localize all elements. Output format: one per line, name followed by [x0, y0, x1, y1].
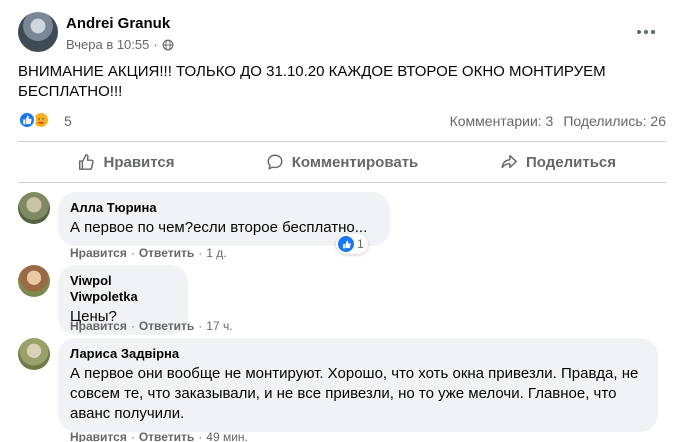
globe-icon[interactable]: [162, 39, 174, 51]
divider: [18, 182, 666, 183]
like-reaction-icon: [18, 111, 36, 129]
reactions-count[interactable]: 5: [64, 113, 72, 129]
separator: ·: [130, 430, 135, 442]
separator: ·: [198, 430, 203, 442]
shares-count[interactable]: Поделились: 26: [563, 113, 666, 129]
like-reaction-icon: [338, 236, 354, 252]
separator: ·: [130, 319, 135, 333]
like-icon: [79, 154, 95, 170]
share-button[interactable]: Поделиться: [450, 145, 666, 179]
author-avatar[interactable]: [18, 12, 58, 52]
comment-author[interactable]: Viwpol Viwpoletka: [70, 273, 176, 305]
separator: ·: [130, 246, 135, 260]
comment-actions: Нравится · Ответить · 49 мин.: [70, 430, 248, 442]
comment-actions: Нравится · Ответить · 1 д.: [70, 246, 227, 260]
share-icon: [501, 154, 517, 169]
post-text: ВНИМАНИЕ АКЦИЯ!!! ТОЛЬКО ДО 31.10.20 КАЖ…: [18, 63, 606, 100]
share-label: Поделиться: [525, 153, 617, 171]
comment-avatar[interactable]: [18, 338, 50, 370]
comment-label: Комментировать: [291, 153, 419, 171]
action-bar: Нравится Комментировать Поделиться: [18, 145, 666, 179]
comment-time[interactable]: 1 д.: [206, 246, 226, 260]
post-stats: 5 Комментарии: 3 Поделились: 26: [18, 110, 666, 132]
comment-like-button[interactable]: Нравится: [70, 430, 127, 442]
separator: ·: [198, 246, 203, 260]
comment-time[interactable]: 17 ч.: [206, 319, 232, 333]
more-icon[interactable]: [628, 20, 664, 44]
comment-avatar[interactable]: [18, 192, 50, 224]
comment-like-button[interactable]: Нравится: [70, 319, 127, 333]
post-meta: Вчера в 10:55 ·: [66, 37, 174, 52]
like-label: Нравится: [103, 153, 175, 171]
comment-bubble: Лариса Задвірна А первое они вообще не м…: [58, 338, 658, 432]
divider: [18, 141, 666, 142]
post-time[interactable]: Вчера в 10:55: [66, 37, 149, 52]
author-name[interactable]: Andrei Granuk: [66, 15, 170, 32]
separator: ·: [198, 319, 203, 333]
comment-text: А первое они вообще не монтируют. Хорошо…: [70, 365, 639, 422]
comment-actions: Нравится · Ответить · 17 ч.: [70, 319, 233, 333]
comment-text: А первое по чем?если второе бесплатно...: [70, 219, 368, 236]
comment-like-button[interactable]: Нравится: [70, 246, 127, 260]
comment-button[interactable]: Комментировать: [234, 145, 450, 179]
comment-author[interactable]: Лариса Задвірна: [70, 346, 646, 362]
comment-reactions-count: 1: [357, 237, 364, 251]
post-header: Andrei Granuk Вчера в 10:55 ·: [18, 12, 666, 56]
like-button[interactable]: Нравится: [18, 145, 234, 179]
comment-icon: [267, 154, 283, 170]
comment-time[interactable]: 49 мин.: [206, 430, 248, 442]
comments-count[interactable]: Комментарии: 3: [450, 113, 554, 129]
reaction-icons[interactable]: [18, 111, 50, 129]
meta-dot: ·: [153, 37, 158, 52]
comment-reactions[interactable]: 1: [336, 234, 368, 254]
comment-reply-button[interactable]: Ответить: [139, 246, 194, 260]
comment-author[interactable]: Алла Тюрина: [70, 200, 378, 216]
comment-reply-button[interactable]: Ответить: [139, 430, 194, 442]
comment-avatar[interactable]: [18, 265, 50, 297]
comment-reply-button[interactable]: Ответить: [139, 319, 194, 333]
